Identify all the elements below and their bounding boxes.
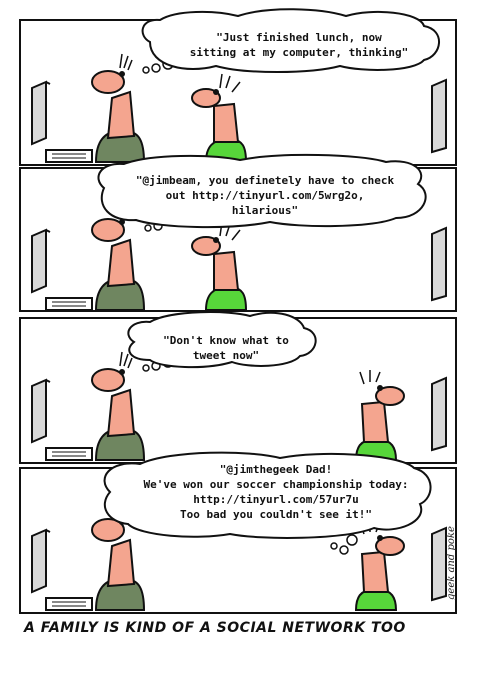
keyboard (45, 447, 93, 461)
thought-bubble-text: "@jimthegeek Dad! We've won our soccer c… (118, 462, 434, 522)
computer-monitor (431, 527, 447, 601)
bubble-line: out http://tinyurl.com/5wrg2o, (165, 189, 365, 202)
keyboard (45, 297, 93, 311)
bubble-line: "@jimbeam, you definetely have to check (135, 174, 395, 187)
computer-monitor (431, 377, 447, 451)
keyboard (45, 597, 93, 611)
thought-bubble-text: "@jimbeam, you definetely have to check … (112, 173, 418, 218)
bubble-line: We've won our soccer championship today: (143, 478, 409, 491)
bubble-line: "Don't know what to (163, 334, 289, 347)
computer-monitor (431, 227, 447, 301)
keyboard (45, 149, 93, 163)
bubble-line: "@jimthegeek Dad! (219, 463, 333, 476)
thought-bubble-text: "Just finished lunch, now sitting at my … (168, 30, 430, 60)
comic-caption: A FAMILY IS KIND OF A SOCIAL NETWORK TOO (24, 620, 406, 636)
bubble-line: tweet now" (192, 349, 260, 362)
bubble-line: http://tinyurl.com/57ur7u (193, 493, 359, 506)
bubble-line: hilarious" (231, 204, 299, 217)
thought-bubble-text: "Don't know what to tweet now" (140, 333, 312, 363)
computer-monitor (431, 79, 447, 153)
artist-signature: geek and poke (446, 526, 457, 600)
bubble-line: "Just finished lunch, now (216, 31, 382, 44)
bubble-line: sitting at my computer, thinking" (189, 46, 409, 59)
bubble-line: Too bad you couldn't see it!" (179, 508, 373, 521)
